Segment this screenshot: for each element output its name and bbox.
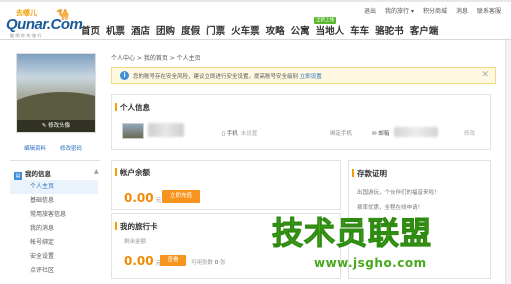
points-mall-link[interactable]: 积分商城 [423, 6, 447, 15]
travel-card-value: 0.00 [124, 254, 154, 268]
email-field: ✉ 邮箱 [372, 129, 389, 137]
deposit-proof-title: 存款证明 [352, 169, 387, 178]
nav-apartments[interactable]: 公寓 [291, 23, 310, 37]
info-icon: i [120, 71, 129, 80]
messages-link[interactable]: 消息 [456, 6, 468, 15]
notice-message: 您的账号存在安全风险，建议立即进行安全设置，提高账号安全级别 [133, 74, 299, 80]
sidebar-item-reviews[interactable]: 点评社区 [10, 264, 98, 278]
contact-service-link[interactable]: 联系客服 [477, 6, 501, 15]
balance-title: 帐户余额 [115, 168, 150, 177]
balance-value: 0.00 [124, 191, 154, 205]
logo-slogan: 聪明你的旅行 [10, 33, 43, 38]
avatar[interactable]: ✎ 修改头像 [16, 53, 96, 133]
recharge-button[interactable]: 立即充值 [162, 190, 200, 203]
nav-guides[interactable]: 攻略 [266, 23, 285, 37]
site-watermark: 技术员联盟 www.jsgho.com [272, 208, 504, 278]
available-count: 可用张数 0 张 [191, 258, 226, 266]
personal-info-panel: 个人信息 ▯ 手机 未设置 绑定手机 ✉ 邮箱 修改 [111, 94, 491, 150]
edit-avatar-button[interactable]: ✎ 修改头像 [17, 120, 95, 132]
username-redacted [148, 123, 184, 137]
personal-info-title: 个人信息 [115, 103, 150, 112]
balance-unit: 元 [155, 198, 162, 204]
travel-card-amount: 0.00 元 [124, 254, 161, 268]
available-label: 可用张数 [191, 260, 214, 266]
logout-link[interactable]: 退出 [364, 6, 376, 15]
email-redacted [394, 127, 438, 137]
balance-panel: 帐户余额 0.00 元 立即充值 [111, 160, 341, 210]
nav-cars[interactable]: 车车 [350, 23, 369, 37]
sidebar-section-label: 我的信息 [25, 170, 51, 178]
change-password-link[interactable]: 修改密码 [60, 144, 82, 152]
setup-now-link[interactable]: 立即设置 [300, 74, 322, 80]
sidebar-menu: 个人主页 基础信息 常用旅客信息 我的消息 帐号绑定 安全设置 点评社区 [10, 180, 98, 278]
sidebar-item-security[interactable]: 安全设置 [10, 250, 98, 264]
qunar-logo[interactable]: 去哪儿 🐪 Qunar.Com 聪明你的旅行 [4, 8, 83, 38]
travel-card-title: 我的旅行卡 [115, 222, 158, 231]
nav-client-app[interactable]: 客户端 [410, 23, 439, 37]
security-notice: i 您的账号存在安全风险，建议立即进行安全设置，提高账号安全级别 立即设置 ✕ [111, 67, 496, 84]
close-icon[interactable]: ✕ [481, 70, 489, 80]
deposit-line: 出国游玩，个伙伴们的福音来啦！ [357, 190, 440, 196]
travel-card-subtitle: 剩余金额 [124, 239, 147, 245]
nav-hotels[interactable]: 酒店 [131, 23, 150, 37]
top-user-bar: 退出 我的旅行 ▾ 积分商城 消息 联系客服 [364, 6, 501, 15]
breadcrumb: 个人中心 > 我的首页 > 个人主页 [111, 55, 201, 62]
view-card-button[interactable]: 查看 [160, 255, 186, 266]
watermark-url: www.jsgho.com [314, 256, 427, 270]
sidebar-section-my-info[interactable]: ▤ 我的信息 [14, 168, 51, 180]
sidebar-divider [10, 160, 100, 161]
user-card-icon: ▤ [14, 172, 22, 180]
modify-email-link[interactable]: 修改 [464, 129, 475, 137]
profile-photo [122, 123, 144, 139]
sidebar-item-messages[interactable]: 我的消息 [10, 222, 98, 236]
nav-vacation[interactable]: 度假 [181, 23, 200, 37]
nav-camel-book[interactable]: 骆驼书 [375, 23, 404, 37]
phone-field: ▯ 手机 未设置 [222, 129, 257, 137]
sidebar-item-basic-info[interactable]: 基础信息 [10, 194, 98, 208]
phone-status: 未设置 [240, 131, 258, 137]
nav-flights[interactable]: 机票 [106, 23, 125, 37]
sidebar-item-account-binding[interactable]: 帐号绑定 [10, 236, 98, 250]
phone-label: 手机 [226, 131, 238, 137]
available-unit: 张 [220, 260, 226, 266]
bind-phone-link[interactable]: 绑定手机 [330, 129, 352, 137]
sidebar-item-passengers[interactable]: 常用旅客信息 [10, 208, 98, 222]
page-scrollbar[interactable] [505, 40, 511, 284]
nav-home[interactable]: 首页 [81, 23, 100, 37]
logo-english: Qunar.Com [6, 16, 83, 33]
edit-profile-link[interactable]: 编辑资料 [24, 144, 46, 152]
nav-train-tickets[interactable]: 火车票 [231, 23, 260, 37]
site-header: 去哪儿 🐪 Qunar.Com 聪明你的旅行 退出 我的旅行 ▾ 积分商城 消息… [0, 2, 511, 40]
email-label: 邮箱 [378, 131, 390, 137]
available-value: 0 [214, 260, 219, 266]
main-nav: 首页 机票 酒店 团购 度假 门票 火车票 攻略 公寓 当地人 车车 骆驼书 客… [81, 23, 438, 37]
collapse-arrow-icon[interactable]: ▲ [94, 168, 99, 175]
watermark-text: 技术员联盟 [272, 216, 432, 253]
nav-group-buy[interactable]: 团购 [156, 23, 175, 37]
nav-tickets[interactable]: 门票 [206, 23, 225, 37]
balance-amount: 0.00 元 [124, 191, 161, 205]
notice-text: 您的账号存在安全风险，建议立即进行安全设置，提高账号安全级别 立即设置 [133, 72, 322, 80]
my-travel-menu[interactable]: 我的旅行 ▾ [385, 6, 414, 15]
account-links: 编辑资料 修改密码 [24, 144, 82, 152]
nav-locals[interactable]: 当地人 [316, 23, 345, 37]
sidebar-item-home[interactable]: 个人主页 [10, 180, 98, 194]
